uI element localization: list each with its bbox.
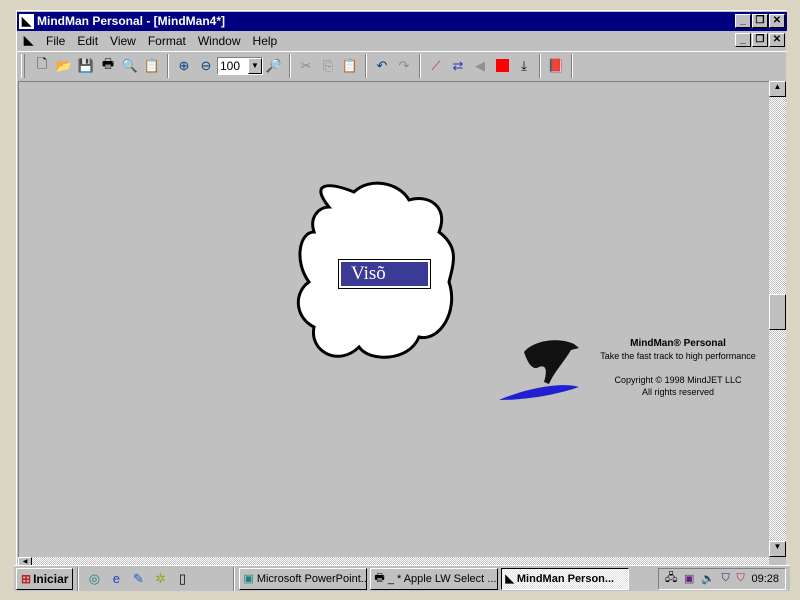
vertical-scrollbar[interactable]: ▲ ▼ — [769, 81, 786, 557]
open-icon[interactable]: 📂 — [53, 55, 75, 77]
help-book-icon[interactable]: 📕 — [545, 55, 567, 77]
splash-product: MindMan® Personal — [630, 338, 726, 349]
redo-icon[interactable]: ↷ — [393, 55, 415, 77]
insert-branch-icon[interactable]: ⟋ — [425, 55, 447, 77]
antivirus-icon[interactable]: ⛉ — [737, 572, 745, 585]
copy-format-icon[interactable]: 📋 — [141, 55, 163, 77]
separator — [365, 53, 367, 78]
chevron-down-icon[interactable]: ▼ — [248, 57, 262, 74]
save-icon[interactable]: 💾 — [75, 55, 97, 77]
title-bar[interactable]: ◣ MindMan Personal - [MindMan4*] _ ❐ ✕ — [17, 12, 787, 31]
close-button[interactable]: ✕ — [769, 14, 785, 28]
doc-close-button[interactable]: ✕ — [769, 33, 785, 47]
toolbar-grip[interactable] — [21, 53, 25, 78]
map-drawing — [296, 181, 579, 400]
windows-logo-icon: ⊞ — [21, 571, 32, 586]
print-icon[interactable]: 🖶 — [97, 55, 119, 77]
menu-view[interactable]: View — [104, 34, 142, 48]
menu-help[interactable]: Help — [247, 34, 284, 48]
copy-icon[interactable]: ⎘ — [317, 55, 339, 77]
task-label: _ * Apple LW Select ... — [387, 572, 497, 585]
menu-edit[interactable]: Edit — [71, 34, 104, 48]
doc-restore-button[interactable]: ❐ — [752, 33, 768, 47]
separator — [77, 566, 80, 591]
vertical-scroll-thumb[interactable] — [769, 294, 786, 330]
zoom-out-icon[interactable]: ⊖ — [195, 55, 217, 77]
clock[interactable]: 09:28 — [751, 573, 779, 585]
separator — [419, 53, 421, 78]
zoom-fit-icon[interactable]: 🔎 — [263, 55, 285, 77]
stop-icon[interactable] — [491, 55, 513, 77]
task-powerpoint[interactable]: ▣ Microsoft PowerPoint... — [239, 567, 368, 590]
splash-rights: All rights reserved — [641, 387, 715, 397]
menu-bar: ◣ File Edit View Format Window Help _ ❐ … — [17, 31, 787, 50]
screensaver-icon[interactable]: ✲ — [149, 571, 171, 587]
splash-logo-text: MindMan® Personal Take the fast track to… — [593, 338, 763, 398]
splash-copyright: Copyright © 1998 MindJET LLC — [614, 375, 742, 385]
zoom-select[interactable]: 100 ▼ — [217, 56, 263, 75]
norton-icon[interactable]: ⛉ — [722, 572, 730, 585]
volume-icon[interactable]: 🔈 — [701, 572, 715, 585]
menu-format[interactable]: Format — [142, 34, 192, 48]
splash-tagline: Take the fast track to high performance — [600, 351, 756, 361]
task-label: MindMan Person... — [516, 572, 615, 585]
cut-icon[interactable]: ✂ — [295, 55, 317, 77]
palm-icon[interactable]: ▯ — [171, 571, 193, 587]
ie-outlook-icon[interactable]: e — [105, 571, 127, 586]
print-preview-icon[interactable]: 🔍 — [119, 55, 141, 77]
printer-icon: 🖶 — [374, 572, 385, 584]
zoom-in-icon[interactable]: ⊕ — [173, 55, 195, 77]
central-topic[interactable]: Visõ — [338, 259, 431, 289]
task-mindman[interactable]: ◣ MindMan Person... — [501, 567, 630, 590]
separator — [233, 566, 236, 591]
menu-file[interactable]: File — [40, 34, 71, 48]
edit-icon[interactable]: ✎ — [127, 571, 149, 587]
undo-icon[interactable]: ↶ — [371, 55, 393, 77]
start-button[interactable]: ⊞ Iniciar — [16, 567, 74, 590]
separator — [289, 53, 291, 78]
download-icon[interactable]: ⤓ — [513, 55, 535, 77]
scroll-up-button[interactable]: ▲ — [769, 81, 786, 97]
powerpoint-icon: ▣ — [243, 573, 254, 585]
mindman-window: ◣ MindMan Personal - [MindMan4*] _ ❐ ✕ ◣… — [16, 10, 787, 566]
system-tray: 🖧 ▣ 🔈 ⛉ ⛉ 09:28 — [658, 567, 786, 590]
window-title: MindMan Personal - [MindMan4*] — [37, 14, 226, 28]
separator — [539, 53, 541, 78]
tray-monitor-icon[interactable]: ▣ — [684, 572, 694, 585]
left-arrow-icon[interactable]: ◀ — [469, 55, 491, 77]
map-canvas[interactable]: Visõ MindMan® Personal Take the fast tra… — [18, 81, 769, 557]
app-icon[interactable]: ◣ — [19, 14, 34, 29]
dolphin-logo — [499, 340, 579, 400]
scroll-down-button[interactable]: ▼ — [769, 541, 786, 557]
menu-window[interactable]: Window — [192, 34, 247, 48]
task-label: Microsoft PowerPoint... — [256, 572, 368, 585]
taskbar: ⊞ Iniciar ◎ e ✎ ✲ ▯ ▣ Microsoft PowerPoint… — [14, 565, 790, 591]
tray-network-icon[interactable]: 🖧 — [665, 569, 677, 588]
task-printer[interactable]: 🖶 _ * Apple LW Select ... — [370, 567, 499, 590]
start-label: Iniciar — [33, 571, 69, 586]
doc-icon[interactable]: ◣ — [21, 33, 36, 48]
new-icon[interactable]: 🗋 — [31, 55, 53, 77]
restore-button[interactable]: ❐ — [752, 14, 768, 28]
mindman-icon: ◣ — [505, 573, 514, 585]
paste-icon[interactable]: 📋 — [339, 55, 361, 77]
separator — [167, 53, 169, 78]
zoom-value: 100 — [220, 58, 241, 73]
toolbar: 🗋 📂 💾 🖶 🔍 📋 ⊕ ⊖ 100 ▼ 🔎 ✂ ⎘ 📋 ↶ ↷ ⟋ ⇄ ◀ ⤓… — [17, 51, 787, 79]
doc-minimize-button[interactable]: _ — [735, 33, 751, 47]
central-topic-label: Visõ — [351, 263, 386, 284]
channel-icon[interactable]: ◎ — [83, 571, 105, 587]
minimize-button[interactable]: _ — [735, 14, 751, 28]
swap-branch-icon[interactable]: ⇄ — [447, 55, 469, 77]
separator — [571, 53, 573, 78]
